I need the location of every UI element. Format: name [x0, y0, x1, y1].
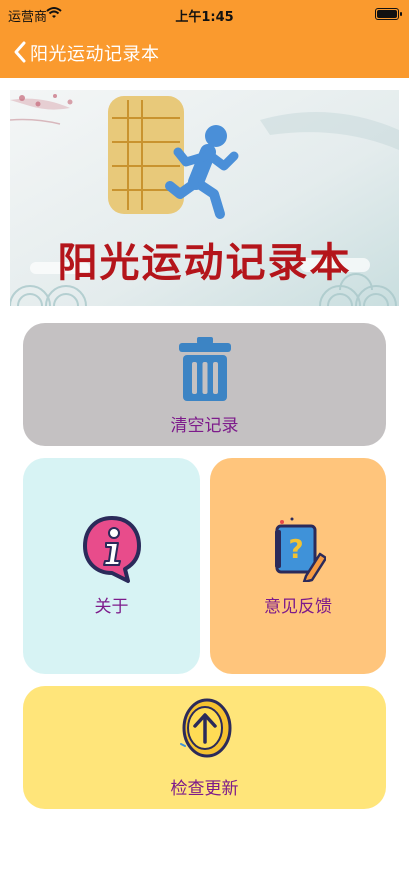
banner-title: 阳光运动记录本 — [57, 239, 352, 286]
clear-records-label: 清空记录 — [170, 416, 239, 436]
trash-icon — [177, 337, 233, 407]
clear-records-button[interactable]: 清空记录 — [23, 323, 386, 446]
arrow-up-circle-icon — [177, 696, 233, 764]
info-icon — [82, 515, 142, 589]
svg-text:?: ? — [288, 535, 303, 565]
check-update-button[interactable]: 检查更新 — [23, 686, 386, 809]
app-header: 运营商 上午1:45 阳光运动记录本 — [0, 0, 409, 78]
navigation-bar: 阳光运动记录本 — [0, 36, 409, 68]
page-title: 阳光运动记录本 — [30, 44, 160, 65]
about-button[interactable]: 关于 — [23, 458, 200, 674]
feedback-label: 意见反馈 — [264, 597, 332, 617]
clock-time: 上午1:45 — [175, 10, 234, 25]
check-update-label: 检查更新 — [170, 779, 239, 799]
banner-image: 阳光运动记录本 — [10, 90, 399, 306]
question-notebook-icon: ? — [272, 516, 328, 586]
battery-icon — [375, 8, 402, 20]
about-label: 关于 — [94, 597, 129, 617]
chevron-left-icon[interactable] — [10, 40, 32, 64]
feedback-button[interactable]: ? 意见反馈 — [210, 458, 386, 674]
status-bar: 运营商 上午1:45 — [0, 4, 409, 25]
